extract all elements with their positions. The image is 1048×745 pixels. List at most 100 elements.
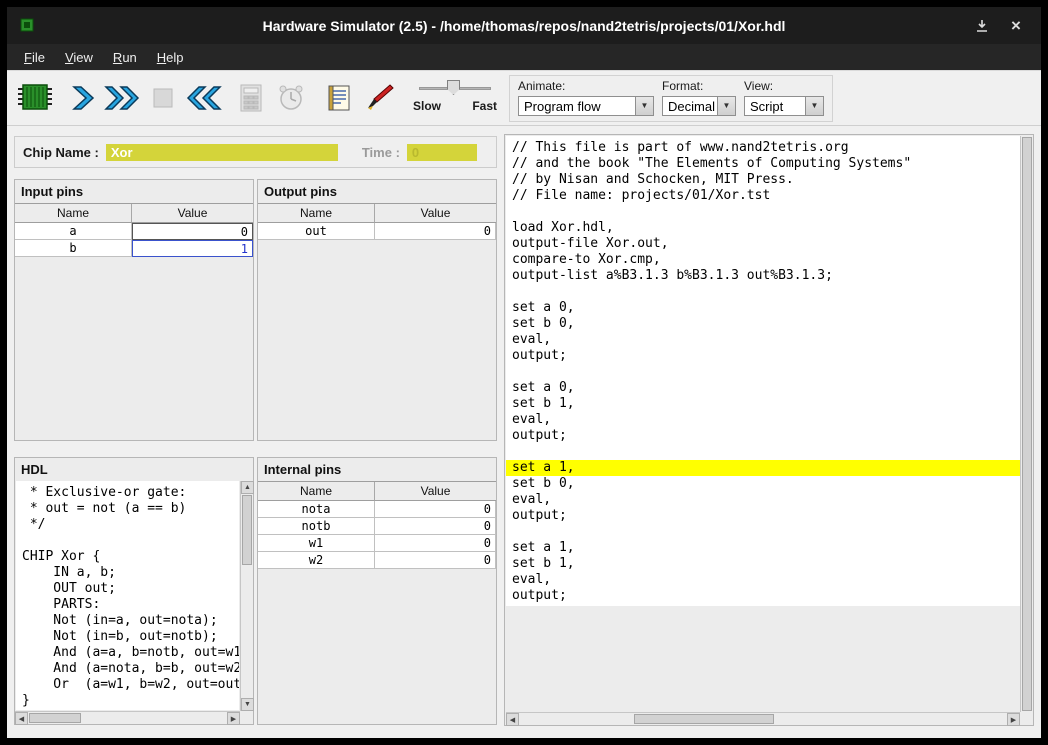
menu-help[interactable]: Help (148, 46, 193, 69)
chevron-down-icon[interactable]: ▼ (717, 97, 735, 115)
internal-pins-panel: Internal pins Name Value nota 0 notb 0 w… (257, 457, 497, 725)
menu-file[interactable]: File (15, 46, 54, 69)
column-header-value[interactable]: Value (375, 482, 496, 501)
pin-value-cell[interactable]: 1 (132, 240, 253, 257)
scroll-right-arrow[interactable]: ▶ (227, 712, 240, 725)
chip-name-label: Chip Name : (23, 145, 99, 160)
pin-value-cell[interactable]: 0 (375, 501, 496, 518)
column-header-name[interactable]: Name (258, 482, 375, 501)
hdl-line: Or (a=w1, b=w2, out=out); (16, 677, 239, 693)
script-vertical-scrollbar[interactable] (1020, 136, 1033, 712)
script-view[interactable]: // This file is part of www.nand2tetris.… (506, 136, 1020, 712)
column-header-value[interactable]: Value (132, 204, 253, 223)
script-line: eval, (506, 412, 1020, 428)
pin-name: out (258, 223, 375, 240)
scrollbar-corner (240, 711, 253, 724)
script-line (506, 284, 1020, 300)
hdl-panel: HDL * Exclusive-or gate: * out = not (a … (14, 457, 254, 725)
script-line: output; (506, 428, 1020, 444)
scrollbar-thumb[interactable] (29, 713, 81, 723)
hdl-line: And (a=nota, b=b, out=w2); (16, 661, 239, 677)
table-row: w2 0 (258, 552, 496, 569)
load-chip-button[interactable] (15, 78, 55, 118)
reset-button[interactable] (183, 78, 223, 118)
toolbar: Slow Fast Animate: Program flow ▼ Format… (7, 70, 1041, 126)
script-line: compare-to Xor.cmp, (506, 252, 1020, 268)
slider-handle[interactable] (447, 80, 460, 95)
input-pins-title: Input pins (15, 180, 253, 202)
script-line: // by Nisan and Schocken, MIT Press. (506, 172, 1020, 188)
menu-run[interactable]: Run (104, 46, 146, 69)
table-row: notb 0 (258, 518, 496, 535)
menu-view[interactable]: View (56, 46, 102, 69)
script-line: // This file is part of www.nand2tetris.… (506, 140, 1020, 156)
pin-value-cell[interactable]: 0 (375, 552, 496, 569)
window-title: Hardware Simulator (2.5) - /home/thomas/… (7, 18, 1041, 34)
single-step-button[interactable] (63, 78, 103, 118)
hdl-horizontal-scrollbar[interactable]: ◀ ▶ (15, 711, 240, 724)
view-group: View: Script ▼ (744, 79, 824, 116)
animate-select[interactable]: Program flow ▼ (518, 96, 654, 116)
script-line: set b 0, (506, 316, 1020, 332)
evaluate-button[interactable] (359, 78, 399, 118)
scroll-left-arrow[interactable]: ◀ (15, 712, 28, 725)
column-header-name[interactable]: Name (258, 204, 375, 223)
format-label: Format: (662, 79, 736, 93)
output-pins-panel: Output pins Name Value out 0 (257, 179, 497, 441)
script-line: output; (506, 348, 1020, 364)
chip-name-field[interactable]: Xor (106, 144, 338, 161)
view-label: View: (744, 79, 824, 93)
view-program-button[interactable] (319, 78, 359, 118)
format-select[interactable]: Decimal ▼ (662, 96, 736, 116)
stop-icon (152, 87, 174, 109)
brush-icon (364, 83, 394, 113)
scroll-left-arrow[interactable]: ◀ (506, 713, 519, 726)
hdl-vertical-scrollbar[interactable]: ▲ ▼ (240, 481, 253, 711)
scroll-up-arrow[interactable]: ▲ (241, 481, 254, 494)
scrollbar-thumb[interactable] (634, 714, 774, 724)
script-line: set b 0, (506, 476, 1020, 492)
titlebar: Hardware Simulator (2.5) - /home/thomas/… (7, 7, 1041, 44)
script-line: set a 1, (506, 460, 1020, 476)
scroll-down-arrow[interactable]: ▼ (241, 698, 254, 711)
scroll-right-arrow[interactable]: ▶ (1007, 713, 1020, 726)
script-line: output; (506, 508, 1020, 524)
close-icon[interactable]: × (1005, 15, 1027, 37)
script-horizontal-scrollbar[interactable]: ◀ ▶ (506, 712, 1020, 725)
script-icon (325, 83, 353, 113)
pin-name: w1 (258, 535, 375, 552)
script-line: output; (506, 588, 1020, 604)
minimize-icon[interactable] (971, 15, 993, 37)
output-pins-title: Output pins (258, 180, 496, 202)
chevron-down-icon[interactable]: ▼ (635, 97, 653, 115)
script-line (506, 204, 1020, 220)
pin-value-cell[interactable]: 0 (132, 223, 253, 240)
chevron-down-icon[interactable]: ▼ (805, 97, 823, 115)
speed-slider[interactable]: Slow Fast (413, 77, 497, 119)
script-line: output-file Xor.out, (506, 236, 1020, 252)
run-button[interactable] (103, 78, 143, 118)
script-panel: // This file is part of www.nand2tetris.… (504, 134, 1034, 726)
pin-name: a (15, 223, 132, 240)
scrollbar-thumb[interactable] (1022, 137, 1032, 711)
animate-value: Program flow (519, 97, 635, 115)
scrollbar-thumb[interactable] (242, 495, 252, 565)
script-line: // File name: projects/01/Xor.tst (506, 188, 1020, 204)
table-row: a 0 (15, 223, 253, 240)
hdl-line: * out = not (a == b) (16, 501, 239, 517)
view-select[interactable]: Script ▼ (744, 96, 824, 116)
pin-value-cell[interactable]: 0 (375, 518, 496, 535)
hdl-code-view[interactable]: * Exclusive-or gate: * out = not (a == b… (16, 481, 239, 710)
column-header-value[interactable]: Value (375, 204, 496, 223)
hdl-line: IN a, b; (16, 565, 239, 581)
format-group: Format: Decimal ▼ (662, 79, 736, 116)
chip-icon (17, 83, 53, 113)
pin-value-cell[interactable]: 0 (375, 223, 496, 240)
script-lines: // This file is part of www.nand2tetris.… (506, 136, 1020, 606)
rewind-icon (184, 84, 222, 112)
hdl-line: CHIP Xor { (16, 549, 239, 565)
pin-value-cell[interactable]: 0 (375, 535, 496, 552)
stop-button (143, 78, 183, 118)
column-header-name[interactable]: Name (15, 204, 132, 223)
time-field: 0 (407, 144, 477, 161)
